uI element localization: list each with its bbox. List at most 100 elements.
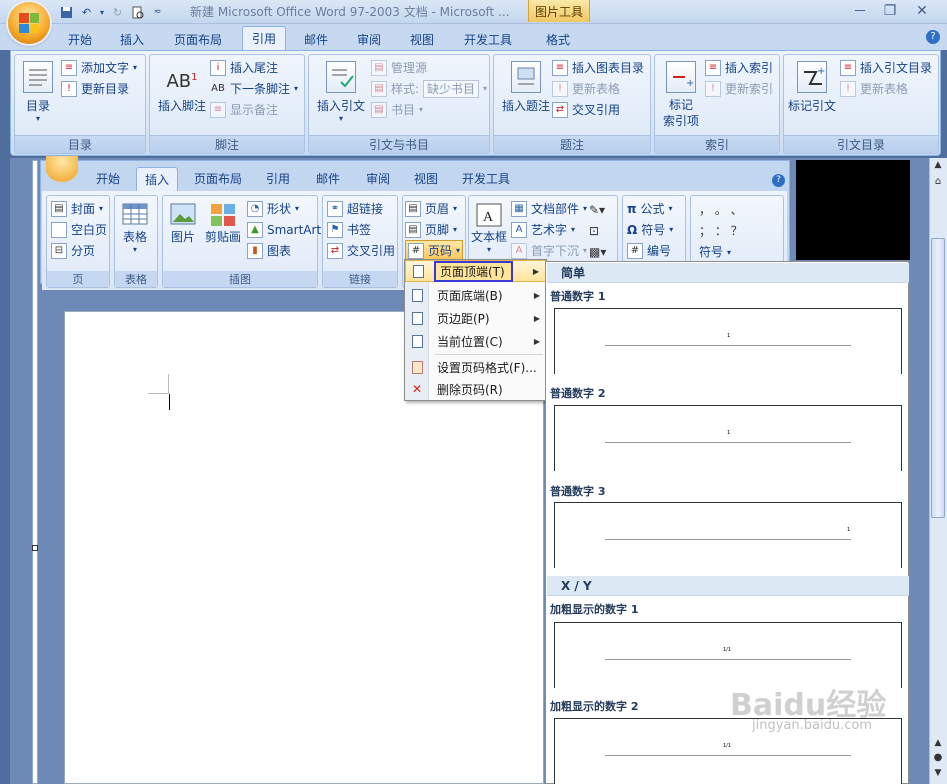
dropdown-icon[interactable]: ▾ [98,4,106,21]
ruler-marker[interactable] [32,545,38,551]
smartart-button[interactable]: ▲ SmartArt [247,219,321,240]
manage-sources-button[interactable]: ▤ 管理源 [371,57,487,78]
tab-developer[interactable]: 开发工具 [456,28,520,50]
gallery-item-bold-number-1[interactable]: 1/1 [554,622,902,688]
insert-table-of-figures-button[interactable]: ≡ 插入图表目录 [552,57,644,78]
inner-tab-review[interactable]: 审阅 [366,170,390,187]
show-notes-button[interactable]: ≡ 显示备注 [210,99,298,120]
insert-index-button[interactable]: ≡ 插入索引 [705,57,773,78]
prev-page-icon[interactable]: ▲ [931,738,945,748]
inner-tab-references[interactable]: 引用 [266,170,290,187]
menu-item-current-position[interactable]: 当前位置(C) ▶ [405,330,546,352]
equation-button[interactable]: π 公式 ▾ [627,198,673,219]
insert-caption-button[interactable]: 插入题注 [498,61,554,114]
office-logo-icon [19,13,39,33]
tab-insert[interactable]: 插入 [112,28,152,50]
tab-references[interactable]: 引用 [242,26,286,50]
style-label: 样式: [391,82,420,96]
page-number-menu: 页面顶端(T) ▶ 页面底端(B) ▶ 页边距(P) ▶ 当前位置(C) ▶ 设… [404,259,547,401]
update-toc-button[interactable]: ! 更新目录 [61,78,137,99]
insert-citation-button[interactable]: 插入引文 ▾ [313,61,369,123]
scroll-thumb[interactable] [931,238,945,518]
tab-home[interactable]: 开始 [60,28,100,50]
scroll-up-icon[interactable]: ▲ [931,160,945,172]
inner-group-table: 表格 ▾ 表格 [114,195,158,288]
inner-help-icon[interactable]: ? [772,174,785,187]
tab-mailings[interactable]: 邮件 [296,28,336,50]
menu-item-page-margins[interactable]: 页边距(P) ▶ [405,307,546,329]
next-footnote-button[interactable]: AB 下一条脚注 ▾ [210,78,298,99]
punctuation-row-1[interactable]: ， 。 、 [699,200,743,221]
header-button[interactable]: ▤ 页眉 ▾ [405,198,463,219]
text-box-button[interactable]: A 文本框 ▾ [471,202,507,254]
signature-line-icon[interactable]: ✎▾ [589,200,606,221]
bibliography-button[interactable]: ▤ 书目 ▾ [371,99,487,120]
ruler-toggle-icon[interactable]: ⌂ [931,176,945,190]
chart-label: 图表 [267,244,292,258]
style-selector[interactable]: ▤ 样式: 缺少书目 ▾ [371,78,487,99]
blank-page-button[interactable]: 空白页 [51,219,107,240]
symbol-button[interactable]: Ω 符号 ▾ [627,219,673,240]
maximize-button[interactable]: ❐ [878,2,902,20]
update-toa-button[interactable]: ! 更新表格 [840,78,932,99]
tab-view[interactable]: 视图 [402,28,442,50]
clip-art-button[interactable]: 剪贴画 [205,202,241,245]
menu-item-bottom-of-page[interactable]: 页面底端(B) ▶ [405,284,546,306]
update-table-button[interactable]: ! 更新表格 [552,78,644,99]
menu-item-top-of-page[interactable]: 页面顶端(T) ▶ [405,260,546,282]
inner-tab-insert[interactable]: 插入 [136,167,179,191]
gallery-item-plain-number-2[interactable]: 1 [554,405,902,471]
inner-tab-developer[interactable]: 开发工具 [462,170,510,187]
office-button[interactable] [8,2,50,44]
minimize-button[interactable]: － [848,2,872,20]
drop-cap-button[interactable]: A 首字下沉 ▾ [511,240,587,261]
punctuation-row-2[interactable]: ； ： ？ [699,221,743,242]
insert-toa-button[interactable]: ≡ 插入引文目录 [840,57,932,78]
cover-page-button[interactable]: ▤ 封面 ▾ [51,198,107,219]
browse-object-icon[interactable]: ● [931,752,945,763]
mark-citation-button[interactable]: + 标记引文 [786,61,838,114]
tab-page-layout[interactable]: 页面布局 [166,28,230,50]
inner-tab-mailings[interactable]: 邮件 [316,170,340,187]
inner-tab-page-layout[interactable]: 页面布局 [194,170,242,187]
object-icon[interactable]: ▩▾ [589,242,606,263]
insert-endnote-button[interactable]: i 插入尾注 [210,57,298,78]
undo-icon[interactable]: ↶ [78,4,95,21]
redo-icon[interactable]: ↻ [109,4,126,21]
footer-button[interactable]: ▤ 页脚 ▾ [405,219,463,240]
numbering-button[interactable]: # 编号 [627,240,673,261]
gallery-item-plain-number-1[interactable]: 1 [554,308,902,374]
toc-button[interactable]: 目录 ▾ [21,61,55,123]
update-index-button[interactable]: ! 更新索引 [705,78,773,99]
inner-tab-home[interactable]: 开始 [96,170,120,187]
cross-reference-button[interactable]: ⇄ 交叉引用 [552,99,644,120]
next-page-icon[interactable]: ▼ [931,768,945,778]
bookmark-button[interactable]: ⚑ 书签 [327,219,395,240]
tab-format[interactable]: 格式 [538,28,578,50]
customize-qat-icon[interactable]: ≂ [149,4,166,21]
quick-parts-button[interactable]: ▦ 文档部件 ▾ [511,198,587,219]
picture-button[interactable]: 图片 [169,202,197,245]
page-break-button[interactable]: ⊟ 分页 [51,240,107,261]
menu-item-format-page-numbers[interactable]: 设置页码格式(F)... [405,356,546,378]
add-text-button[interactable]: ≡ 添加文字 ▾ [61,57,137,78]
special-symbol-button[interactable]: 符号 ▾ [699,242,743,263]
close-button[interactable]: ✕ [910,2,934,20]
save-icon[interactable] [58,4,75,21]
table-button[interactable]: 表格 ▾ [121,202,149,254]
date-time-icon[interactable]: ⊡ [589,221,606,242]
hyperlink-button[interactable]: ⚭ 超链接 [327,198,395,219]
tab-review[interactable]: 审阅 [349,28,389,50]
menu-item-remove-page-numbers[interactable]: ✕ 删除页码(R) [405,378,546,400]
inner-cross-reference-button[interactable]: ⇄ 交叉引用 [327,240,395,261]
insert-footnote-button[interactable]: AB1 插入脚注 [154,63,210,114]
wordart-button[interactable]: A 艺术字 ▾ [511,219,587,240]
print-preview-icon[interactable] [129,4,146,21]
mark-entry-button[interactable]: + 标记 索引项 [659,61,703,129]
gallery-item-plain-number-3[interactable]: 1 [554,502,902,568]
chart-button[interactable]: ▮ 图表 [247,240,321,261]
shapes-button[interactable]: ◔ 形状 ▾ [247,198,321,219]
help-icon[interactable]: ? [926,30,940,44]
page-number-button[interactable]: # 页码 ▾ [405,240,464,261]
inner-tab-view[interactable]: 视图 [414,170,438,187]
